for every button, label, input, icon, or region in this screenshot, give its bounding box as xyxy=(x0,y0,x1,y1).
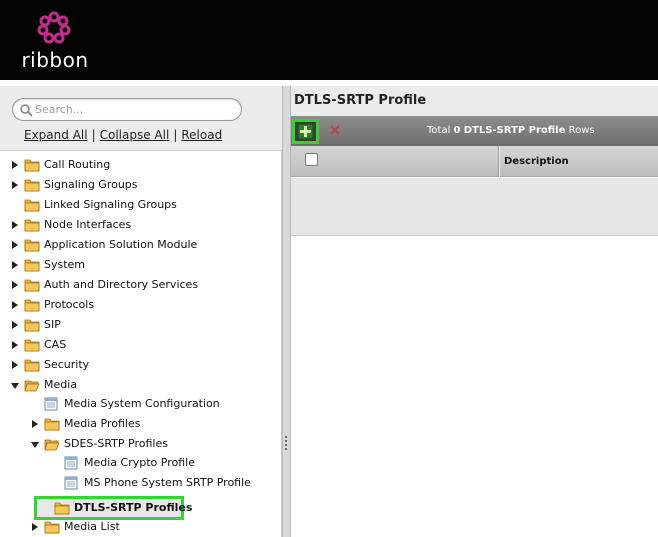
collapse-arrow-icon[interactable] xyxy=(30,439,40,449)
tree-item-label: Protocols xyxy=(44,298,95,311)
expand-arrow-icon[interactable] xyxy=(10,320,20,330)
tree-item-media-system-configuration[interactable]: Media System Configuration xyxy=(30,394,220,414)
select-all-checkbox[interactable] xyxy=(305,153,318,166)
tree-item-sdes-srtp-profiles[interactable]: SDES-SRTP Profiles xyxy=(30,434,168,454)
tree-item-media-crypto-profile[interactable]: Media Crypto Profile xyxy=(50,453,195,473)
expand-arrow-icon[interactable] xyxy=(10,360,20,370)
tree-item-label: DTLS-SRTP Profiles xyxy=(74,501,193,514)
tree-item-media-profiles[interactable]: Media Profiles xyxy=(30,414,140,434)
tree-item-label: Media System Configuration xyxy=(64,397,220,410)
collapse-all-link[interactable]: Collapse All xyxy=(100,128,170,142)
panel-splitter[interactable] xyxy=(282,86,291,537)
tree-item-auth-and-directory-services[interactable]: Auth and Directory Services xyxy=(10,275,198,295)
folder-icon xyxy=(24,338,40,352)
tree-item-protocols[interactable]: Protocols xyxy=(10,295,94,315)
row-count: Total 0 DTLS-SRTP Profile Rows xyxy=(427,125,595,136)
tree-item-media[interactable]: Media xyxy=(10,375,77,395)
ribbon-logo: ribbon xyxy=(20,10,90,72)
folder-icon xyxy=(24,278,40,292)
expand-arrow-icon[interactable] xyxy=(10,180,20,190)
tree-item-label: Node Interfaces xyxy=(44,218,132,231)
add-button[interactable] xyxy=(292,119,319,144)
folder-icon xyxy=(24,298,40,312)
expand-arrow-icon[interactable] xyxy=(10,220,20,230)
folder-icon xyxy=(24,178,40,192)
content-panel: DTLS-SRTP Profile Total 0 DTLS-SRTP Prof… xyxy=(291,86,658,537)
tree-item-application-solution-module[interactable]: Application Solution Module xyxy=(10,235,197,255)
tree-item-label: Media Crypto Profile xyxy=(84,456,195,469)
ribbon-logo-text: ribbon xyxy=(21,48,89,72)
tree-item-label: Security xyxy=(44,358,90,371)
tree-item-ms-phone-system-srtp-profile[interactable]: MS Phone System SRTP Profile xyxy=(50,473,251,493)
expand-arrow-icon[interactable] xyxy=(10,240,20,250)
tree-item-label: System xyxy=(44,258,86,271)
search-input[interactable] xyxy=(35,101,235,118)
tree-item-node-interfaces[interactable]: Node Interfaces xyxy=(10,215,131,235)
tree-item-label: Auth and Directory Services xyxy=(44,278,199,291)
folder-icon xyxy=(54,501,70,515)
delete-icon[interactable] xyxy=(329,124,341,136)
tree-item-security[interactable]: Security xyxy=(10,355,89,375)
column-header-description[interactable]: Description xyxy=(504,146,569,177)
expand-arrow-icon[interactable] xyxy=(10,300,20,310)
expand-arrow-icon[interactable] xyxy=(10,280,20,290)
expand-all-link[interactable]: Expand All xyxy=(24,128,88,142)
tree-item-label: Media List xyxy=(64,520,120,533)
ribbon-logo-icon xyxy=(37,11,71,44)
folder-icon xyxy=(24,318,40,332)
tree-item-media-list[interactable]: Media List xyxy=(30,517,120,537)
folder-icon xyxy=(24,258,40,272)
tree-item-call-routing[interactable]: Call Routing xyxy=(10,155,110,175)
search-box[interactable] xyxy=(12,98,242,121)
tree-item-label: Media xyxy=(44,378,78,391)
tree-item-linked-signaling-groups[interactable]: Linked Signaling Groups xyxy=(10,195,177,215)
grid-header: Description xyxy=(291,146,658,177)
reload-link[interactable]: Reload xyxy=(181,128,222,142)
add-icon xyxy=(297,123,314,140)
tree-item-cas[interactable]: CAS xyxy=(10,335,66,355)
tree-item-signaling-groups[interactable]: Signaling Groups xyxy=(10,175,138,195)
collapse-arrow-icon[interactable] xyxy=(10,380,20,390)
folder-icon xyxy=(24,158,40,172)
navigation-toolbar: Expand All|Collapse All|Reload xyxy=(0,86,282,151)
folder-icon xyxy=(24,198,40,212)
folder-open-icon xyxy=(24,378,40,392)
expand-arrow-icon[interactable] xyxy=(10,340,20,350)
tree-item-label: Signaling Groups xyxy=(44,178,138,191)
folder-icon xyxy=(24,358,40,372)
document-icon xyxy=(64,476,78,490)
document-icon xyxy=(64,456,78,470)
tree-item-label: MS Phone System SRTP Profile xyxy=(84,476,251,489)
app-header: ribbon xyxy=(0,0,658,80)
splitter-grip-icon[interactable] xyxy=(285,436,288,450)
folder-icon xyxy=(44,520,60,534)
tree-item-label: Application Solution Module xyxy=(44,238,198,251)
folder-icon xyxy=(44,417,60,431)
document-icon xyxy=(44,397,58,411)
grid-toolbar: Total 0 DTLS-SRTP Profile Rows xyxy=(291,116,658,146)
search-icon xyxy=(20,104,33,117)
column-divider[interactable] xyxy=(498,146,500,177)
folder-open-icon xyxy=(44,437,60,451)
tree-item-dtls-srtp-profiles[interactable]: DTLS-SRTP Profiles xyxy=(40,499,192,517)
expand-arrow-icon[interactable] xyxy=(30,419,40,429)
tree-item-label: Call Routing xyxy=(44,158,111,171)
tree-actions: Expand All | Collapse All | Reload xyxy=(24,128,223,142)
tree-item-label: SIP xyxy=(44,318,61,331)
tree-item-label: CAS xyxy=(44,338,67,351)
expand-arrow-icon[interactable] xyxy=(10,160,20,170)
tree-item-label: Media Profiles xyxy=(64,417,141,430)
tree-item-label: SDES-SRTP Profiles xyxy=(64,437,168,450)
folder-icon xyxy=(24,218,40,232)
navigation-panel: Expand All|Collapse All|Reload Call Rout… xyxy=(0,86,282,537)
tree-item-system[interactable]: System xyxy=(10,255,85,275)
page-title-bar: DTLS-SRTP Profile xyxy=(291,86,658,116)
page-title: DTLS-SRTP Profile xyxy=(294,93,427,108)
tree-item-sip[interactable]: SIP xyxy=(10,315,61,335)
expand-arrow-icon[interactable] xyxy=(30,522,40,532)
expand-arrow-icon[interactable] xyxy=(10,260,20,270)
tree-item-label: Linked Signaling Groups xyxy=(44,198,177,211)
grid-body-empty xyxy=(291,178,658,236)
folder-icon xyxy=(24,238,40,252)
